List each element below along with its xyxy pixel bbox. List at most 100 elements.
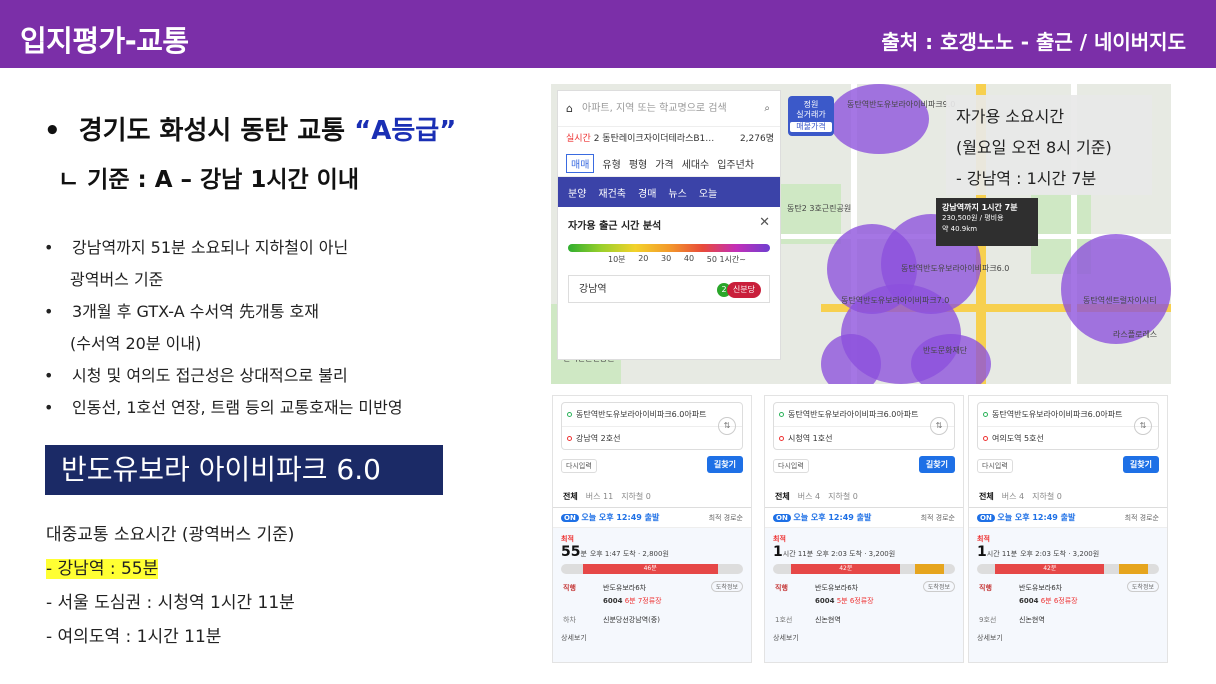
transit-yeouido: - 여의도역 : 1시간 11분 xyxy=(46,627,222,647)
swap-icon[interactable]: ⇅ xyxy=(718,417,736,435)
route-result[interactable]: 최적 55분 오후 1:47 도착 · 2,800원 46분 직행 반도유보라6차… xyxy=(553,528,751,662)
page-title: 입지평가-교통 xyxy=(20,24,189,58)
list-item-cont: 광역버스 기준 xyxy=(70,270,164,289)
tab-all[interactable]: 전체 xyxy=(563,491,578,502)
route-card-gangnam: 동탄역반도유보라아이비파크6.0아파트 강남역 2호선 ⇅ 다시입력 길찾기 전… xyxy=(552,395,752,663)
route-card-cityhall: 동탄역반도유보라아이비파크6.0아파트 시청역 1호선 ⇅ 다시입력 길찾기 전… xyxy=(764,395,964,663)
board-step: 직행 반도유보라6차 도착정보 6004 6분 7정류장 xyxy=(561,581,743,606)
route-result[interactable]: 최적 1시간 11분 오후 2:03 도착 · 3,200원 42분 직행 반도유… xyxy=(969,528,1167,662)
tab-subway[interactable]: 지하철 0 xyxy=(1032,491,1062,502)
live-ranking[interactable]: 실시간 2 동탄레이크자이더테라스B1… 2,276명 xyxy=(558,127,780,151)
search-route-button[interactable]: 길찾기 xyxy=(1122,456,1159,473)
commute-analysis: 자가용 출근 시간 분석 ✕ 10분 20 30 40 50 1시간~ 강남역 2 신분… xyxy=(558,207,780,313)
place-label: 동탄역반도유보라아이비파크7.0 xyxy=(841,296,950,305)
header-bar: 입지평가-교통 출처 : 호갱노노 - 출근 / 네이버지도 xyxy=(0,0,1216,68)
tab-all[interactable]: 전체 xyxy=(775,491,790,502)
alight-step: 9호선 신논현역 xyxy=(979,616,1045,624)
tab-all[interactable]: 전체 xyxy=(979,491,994,502)
swap-icon[interactable]: ⇅ xyxy=(1134,417,1152,435)
zone-circle[interactable] xyxy=(1061,234,1171,344)
route-tabs: 전체 버스 11 지하철 0 xyxy=(553,486,751,508)
map-tooltip: 강남역까지 1시간 7분 230,500원 / 평비용 약 40.9km xyxy=(936,198,1038,246)
home-icon[interactable]: ⌂ xyxy=(566,91,573,127)
tab-subway[interactable]: 지하철 0 xyxy=(621,491,651,502)
list-item: • 인동선, 1호선 연장, 트램 등의 교통호재는 미반영 xyxy=(44,398,403,417)
more-link[interactable]: 상세보기 xyxy=(773,633,955,643)
map-panel: ⌂ 아파트, 지역 또는 학교명으로 검색 ⌕ 실시간 2 동탄레이크자이더테라… xyxy=(557,90,781,360)
board-step: 직행 반도유보라6차 도착정보 6004 6분 6정류장 xyxy=(977,581,1159,606)
commute-title: 자가용 출근 시간 분석 xyxy=(568,221,662,232)
main-bullet: • 경기도 화성시 동탄 교통 “A등급” xyxy=(44,116,457,146)
apt-name-box: 반도유보라 아이비파크 6.0 xyxy=(45,445,443,495)
board-step: 직행 반도유보라6차 도착정보 6004 5분 6정류장 xyxy=(773,581,955,606)
transit-summary: 대중교통 소요시간 (광역버스 기준) - 강남역 : 55분 - 서울 도심권… xyxy=(46,518,295,654)
filter-tab[interactable]: 입주년차 xyxy=(717,156,754,171)
list-item: • 3개월 후 GTX-A 수서역 先개통 호재 xyxy=(44,302,319,321)
transit-gangnam: - 강남역 : 55분 xyxy=(46,559,159,579)
route-result[interactable]: 최적 1시간 11분 오후 2:03 도착 · 3,200원 42분 직행 반도유… xyxy=(765,528,963,662)
filter-tab[interactable]: 유형 xyxy=(602,156,620,171)
place-label: 반도문화재단 xyxy=(923,346,968,355)
tab[interactable]: 오늘 xyxy=(699,185,717,200)
route-inputs[interactable]: 동탄역반도유보라아이비파크6.0아파트 여의도역 5호선 ⇅ xyxy=(977,402,1159,450)
map-search[interactable]: ⌂ 아파트, 지역 또는 학교명으로 검색 ⌕ xyxy=(558,91,780,127)
main-bullet-text: 경기도 화성시 동탄 교통 xyxy=(78,116,355,146)
tab-bus[interactable]: 버스 4 xyxy=(1002,491,1024,502)
route-inputs[interactable]: 동탄역반도유보라아이비파크6.0아파트 강남역 2호선 ⇅ xyxy=(561,402,743,450)
reset-button[interactable]: 다시입력 xyxy=(561,459,597,473)
filter-tab[interactable]: 평형 xyxy=(629,156,647,171)
grade-text: “A등급” xyxy=(354,116,457,146)
place-label: 라스플로레스 xyxy=(1113,330,1158,339)
place-label: 동탄역센트럴자이시티 xyxy=(1083,296,1157,305)
reset-button[interactable]: 다시입력 xyxy=(977,459,1013,473)
list-item: • 강남역까지 51분 소요되나 지하철이 아닌 xyxy=(44,238,349,257)
tab[interactable]: 분양 xyxy=(568,185,586,200)
more-link[interactable]: 상세보기 xyxy=(561,633,743,643)
points-list: • 강남역까지 51분 소요되나 지하철이 아닌 광역버스 기준 • 3개월 후 G… xyxy=(44,232,514,424)
swap-icon[interactable]: ⇅ xyxy=(930,417,948,435)
line-name-badge: 신분당 xyxy=(726,282,761,298)
route-inputs[interactable]: 동탄역반도유보라아이비파크6.0아파트 시청역 1호선 ⇅ xyxy=(773,402,955,450)
reset-button[interactable]: 다시입력 xyxy=(773,459,809,473)
search-route-button[interactable]: 길찾기 xyxy=(918,456,955,473)
route-tabs: 전체 버스 4 지하철 0 xyxy=(765,486,963,508)
criteria-text: ㄴ 기준 : A – 강남 1시간 이내 xyxy=(58,167,359,193)
map-badge[interactable]: 정원 실거래가 매물가격 xyxy=(788,96,834,136)
alight-step: 하차 신분당선강남역(중) xyxy=(563,616,660,624)
search-route-button[interactable]: 길찾기 xyxy=(706,456,743,473)
commute-overlay: 자가용 소요시간 (월요일 오전 8시 기준) - 강남역 : 1시간 7분 xyxy=(946,95,1152,195)
tab[interactable]: 재건축 xyxy=(598,185,626,200)
tab-bus[interactable]: 버스 4 xyxy=(798,491,820,502)
more-link[interactable]: 상세보기 xyxy=(977,633,1159,643)
filter-tab[interactable]: 매매 xyxy=(566,154,595,173)
transit-heading: 대중교통 소요시간 (광역버스 기준) xyxy=(46,525,295,545)
filter-tab[interactable]: 가격 xyxy=(655,156,673,171)
place-label: 동탄역반도유보라아이비파크9.0 xyxy=(847,100,956,109)
filter-tabs: 매매 유형 평형 가격 세대수 입주년차 xyxy=(558,151,780,177)
list-item-cont: (수서역 20분 이내) xyxy=(70,334,202,353)
transit-seoul: - 서울 도심권 : 시청역 1시간 11분 xyxy=(46,593,295,613)
station-select[interactable]: 강남역 2 신분당 xyxy=(568,275,770,303)
filter-tab[interactable]: 세대수 xyxy=(682,156,710,171)
place-label: 동탄역반도유보라아이비파크6.0 xyxy=(901,264,1010,273)
departure-row[interactable]: ON 오늘 오후 12:49 출발 최적 경로순 xyxy=(553,508,751,528)
list-item: • 시청 및 여의도 접근성은 상대적으로 불리 xyxy=(44,366,348,385)
source-text: 출처 : 호갱노노 - 출근 / 네이버지도 xyxy=(881,30,1186,54)
tab[interactable]: 경매 xyxy=(638,185,656,200)
departure-row[interactable]: ON 오늘 오후 12:49 출발 최적 경로순 xyxy=(765,508,963,528)
tab-bus[interactable]: 버스 11 xyxy=(586,491,613,502)
zone-circle[interactable] xyxy=(829,84,929,154)
route-card-yeouido: 동탄역반도유보라아이비파크6.0아파트 여의도역 5호선 ⇅ 다시입력 길찾기 … xyxy=(968,395,1168,663)
route-tabs: 전체 버스 4 지하철 0 xyxy=(969,486,1167,508)
route-segment-bar: 42분 xyxy=(773,564,955,574)
departure-row[interactable]: ON 오늘 오후 12:49 출발 최적 경로순 xyxy=(969,508,1167,528)
route-segment-bar: 42분 xyxy=(977,564,1159,574)
purple-tabs: 분양 재건축 경매 뉴스 오늘 xyxy=(558,177,780,207)
tab-subway[interactable]: 지하철 0 xyxy=(828,491,858,502)
close-icon[interactable]: ✕ xyxy=(759,215,770,230)
search-icon[interactable]: ⌕ xyxy=(764,91,770,127)
commute-ticks: 10분 20 30 40 50 1시간~ xyxy=(608,254,746,264)
alight-step: 1호선 신논현역 xyxy=(775,616,841,624)
tab[interactable]: 뉴스 xyxy=(668,185,686,200)
place-label: 동탄2 3호근린공원 xyxy=(787,204,852,213)
